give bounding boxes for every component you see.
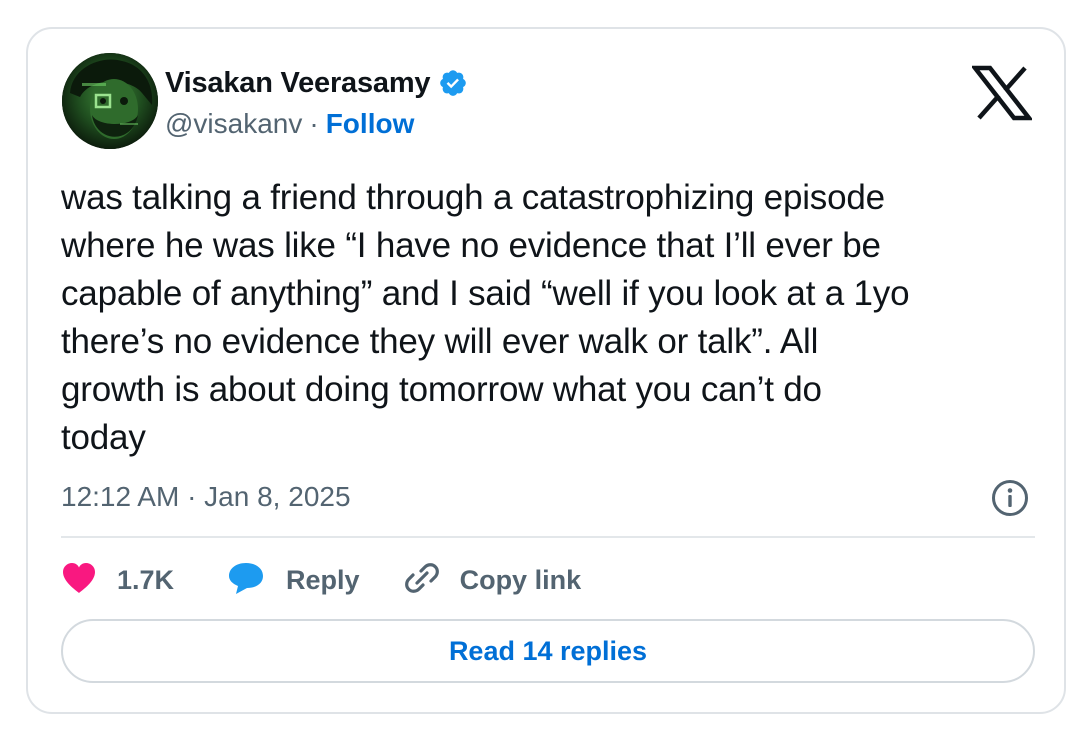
follow-button[interactable]: Follow — [326, 108, 415, 140]
author-name-row: Visakan Veerasamy — [165, 63, 468, 103]
copy-link-label: Copy link — [459, 564, 582, 595]
verified-badge-icon — [438, 68, 468, 98]
heart-icon — [61, 561, 97, 600]
author-handle-row: @visakanv · Follow — [165, 105, 414, 143]
reply-button[interactable]: Reply — [226, 560, 360, 601]
speech-bubble-icon — [226, 560, 266, 601]
tweet-card: Visakan Veerasamy @visakanv · Follow was… — [26, 27, 1066, 714]
like-button[interactable]: 1.7K — [61, 561, 174, 600]
divider — [61, 536, 1035, 538]
link-icon — [404, 560, 440, 601]
tweet-timestamp[interactable]: 12:12 AM · Jan 8, 2025 — [61, 479, 351, 515]
reply-label: Reply — [286, 564, 360, 595]
avatar-image — [62, 53, 158, 149]
copy-link-button[interactable]: Copy link — [404, 560, 582, 601]
avatar[interactable] — [62, 53, 158, 149]
read-replies-button[interactable]: Read 14 replies — [61, 619, 1035, 683]
handle-separator: · — [309, 108, 319, 139]
x-logo-icon[interactable] — [970, 65, 1034, 121]
like-count: 1.7K — [117, 564, 175, 595]
author-handle[interactable]: @visakanv — [165, 108, 302, 140]
info-icon[interactable] — [990, 478, 1030, 518]
action-bar: 1.7K Reply Copy link — [61, 558, 581, 602]
author-name[interactable]: Visakan Veerasamy — [165, 67, 431, 100]
tweet-text: was talking a friend through a catastrop… — [61, 178, 910, 457]
